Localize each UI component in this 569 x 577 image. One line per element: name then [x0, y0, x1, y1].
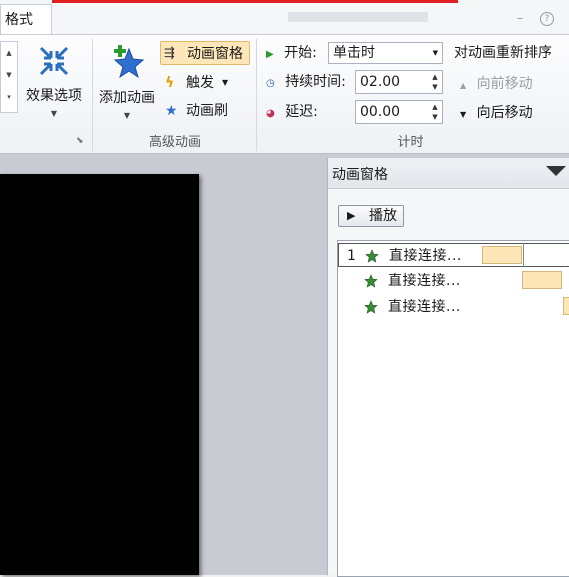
effect-options-button[interactable]: 效果选项 ▼ — [22, 41, 86, 121]
effect-options-icon — [39, 46, 69, 76]
pane-menu-icon[interactable] — [546, 166, 566, 176]
pane-header: 动画窗格 — [328, 158, 569, 189]
play-triangle-icon: ▶ — [266, 49, 274, 60]
gallery-more-icon[interactable]: ▾ — [1, 86, 17, 108]
chevron-down-icon: ▼ — [432, 49, 438, 57]
help-icon[interactable]: ? — [540, 12, 554, 26]
group-separator — [92, 39, 93, 151]
chevron-down-icon: ▼ — [50, 109, 58, 118]
timeline-bar[interactable] — [482, 246, 522, 264]
animation-painter-label: 动画刷 — [186, 103, 228, 119]
duration-label: 持续时间: — [285, 74, 346, 90]
minimize-ribbon-icon[interactable]: – — [514, 12, 526, 24]
lightning-icon: ϟ — [165, 75, 175, 91]
move-later-label: 向后移动 — [476, 105, 533, 121]
delay-row: ◕ 延迟: — [266, 100, 318, 124]
list-item[interactable]: 1 直接连接... — [338, 243, 569, 267]
delay-clock-icon: ◕ — [266, 108, 275, 119]
list-item[interactable]: 直接连接... — [338, 295, 569, 319]
emphasis-star-icon — [364, 300, 378, 314]
gallery-down-icon[interactable]: ▼ — [1, 64, 17, 86]
animation-painter-button[interactable]: ★ 动画刷 — [162, 99, 250, 123]
play-button[interactable]: ▶ 播放 — [338, 205, 404, 227]
delay-label: 延迟: — [285, 104, 318, 120]
chevron-down-icon: ▼ — [123, 111, 131, 120]
list-item[interactable]: 直接连接... — [338, 269, 569, 293]
start-select[interactable]: 单击时 ▼ — [328, 42, 443, 64]
animation-pane-label: 动画窗格 — [187, 46, 243, 62]
effect-options-label: 效果选项 — [26, 88, 82, 104]
spinner-arrows-icon[interactable]: ▲ ▼ — [430, 102, 440, 122]
emphasis-star-icon — [365, 249, 379, 263]
animation-pane-button[interactable]: ⇶ 动画窗格 — [160, 41, 250, 65]
timeline-bar[interactable] — [522, 271, 562, 289]
arrow-up-icon: ▲ — [460, 81, 467, 90]
arrow-down-icon: ▼ — [460, 110, 467, 119]
chevron-down-icon: ▼ — [222, 78, 229, 87]
timing-group-label: 计时 — [397, 135, 424, 150]
add-animation-label: 添加动画 — [99, 90, 155, 106]
trigger-label: 触发 — [186, 75, 214, 91]
move-earlier-label: 向前移动 — [476, 76, 533, 92]
gallery-scroller[interactable]: ▲ ▼ ▾ — [0, 41, 18, 113]
emphasis-star-icon — [364, 274, 378, 288]
timeline-divider — [523, 243, 524, 267]
play-icon: ▶ — [347, 209, 356, 222]
start-label: 开始: — [284, 45, 317, 61]
spinner-arrows-icon[interactable]: ▲ ▼ — [430, 72, 440, 92]
gallery-up-icon[interactable]: ▲ — [1, 42, 17, 64]
duration-spinner[interactable]: 02.00 ▲ ▼ — [355, 70, 443, 94]
watermark-url: jingyan.baidu.com — [470, 538, 554, 548]
item-label: 直接连接... — [388, 273, 461, 289]
delay-value: 00.00 — [360, 104, 401, 120]
dialog-launcher-icon[interactable]: ⬊ — [76, 136, 84, 146]
slide-canvas[interactable] — [0, 174, 199, 575]
duration-value: 02.00 — [360, 74, 401, 90]
duration-row: ◷ 持续时间: — [266, 70, 346, 94]
clock-icon: ◷ — [266, 78, 275, 89]
window-title-blurred — [288, 12, 428, 22]
advanced-animation-group-label: 高级动画 — [148, 135, 201, 150]
ribbon: ▲ ▼ ▾ 效果选项 ▼ ⬊ 添加动画 ▼ ⇶ 动画窗格 ϟ 触发 ▼ ★ 动画… — [0, 35, 569, 154]
animation-pane-icon: ⇶ — [164, 46, 175, 61]
reorder-title: 对动画重新排序 — [454, 45, 552, 61]
play-label: 播放 — [369, 208, 397, 224]
group-separator — [256, 39, 257, 151]
timeline-bar[interactable] — [563, 297, 569, 315]
move-later-button[interactable]: ▼ 向后移动 — [460, 101, 533, 125]
item-label: 直接连接... — [389, 248, 462, 264]
trigger-button[interactable]: ϟ 触发 ▼ — [162, 71, 250, 95]
move-earlier-button[interactable]: ▲ 向前移动 — [460, 72, 533, 96]
delay-spinner[interactable]: 00.00 ▲ ▼ — [355, 100, 443, 124]
context-tab-indicator — [52, 0, 458, 3]
watermark-logo: Bai 经验 — [440, 514, 515, 535]
pane-title: 动画窗格 — [332, 167, 388, 183]
item-number: 1 — [347, 248, 356, 264]
tab-format[interactable]: 格式 — [0, 4, 52, 34]
animation-painter-icon: ★ — [165, 103, 178, 119]
title-bar: 格式 – ? — [0, 0, 569, 35]
item-label: 直接连接... — [388, 299, 461, 315]
start-row: ▶ 开始: — [266, 41, 317, 65]
add-animation-star-icon — [113, 45, 145, 79]
start-value: 单击时 — [333, 45, 375, 61]
add-animation-button[interactable]: 添加动画 ▼ — [96, 41, 158, 121]
